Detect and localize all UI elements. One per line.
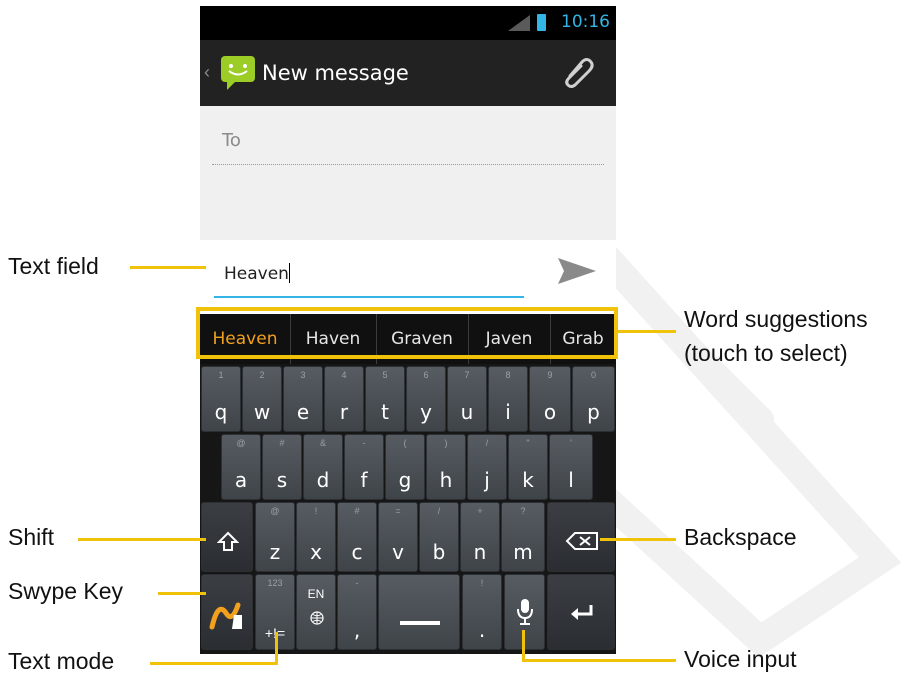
key-z[interactable]: @ z xyxy=(255,502,295,572)
key-a[interactable]: @ a xyxy=(221,434,261,500)
swype-key[interactable] xyxy=(201,574,253,650)
signal-icon xyxy=(508,15,530,31)
status-time: 10:16 xyxy=(561,12,610,32)
suggestions-highlight xyxy=(196,307,618,359)
space-key[interactable] xyxy=(378,574,460,650)
key-g[interactable]: (g xyxy=(385,434,425,500)
annotation-line-voice-vertical xyxy=(522,630,525,662)
recipient-placeholder: To xyxy=(222,130,241,151)
send-icon[interactable] xyxy=(554,254,598,288)
page-title: New message xyxy=(262,61,409,85)
period-key[interactable]: !. xyxy=(462,574,502,650)
key-j[interactable]: / j xyxy=(467,434,507,500)
action-bar: ‹ New message xyxy=(200,40,616,106)
annotation-line-suggestions xyxy=(618,330,676,333)
annotation-backspace: Backspace xyxy=(684,524,797,550)
space-bar-icon xyxy=(400,621,440,625)
key-w[interactable]: 2w xyxy=(242,366,282,432)
annotation-text-field: Text field xyxy=(8,253,99,279)
comma-key[interactable]: -, xyxy=(337,574,377,650)
backspace-icon xyxy=(565,532,598,550)
key-h[interactable]: ) h xyxy=(426,434,466,500)
key-q[interactable]: 1q xyxy=(201,366,241,432)
paperclip-icon[interactable] xyxy=(560,54,596,90)
shift-icon xyxy=(217,531,239,551)
message-text: Heaven xyxy=(224,264,289,284)
annotation-line-backspace xyxy=(600,538,676,541)
message-row: Heaven xyxy=(200,240,616,302)
messaging-app-icon[interactable] xyxy=(219,54,257,92)
backspace-key[interactable] xyxy=(547,502,615,572)
text-cursor xyxy=(288,263,290,283)
annotation-swype-key: Swype Key xyxy=(8,578,124,604)
status-bar: 10:16 xyxy=(200,6,616,40)
key-s[interactable]: # s xyxy=(262,434,302,500)
key-t[interactable]: 5t xyxy=(365,366,405,432)
key-l[interactable]: ' l xyxy=(549,434,593,500)
key-e[interactable]: 3e xyxy=(283,366,323,432)
key-m[interactable]: ? m xyxy=(501,502,545,572)
annotation-voice-input: Voice input xyxy=(684,646,797,672)
battery-icon xyxy=(537,14,546,31)
swype-keyboard: 1q 2w 3e 4r 5t 6y 7u 8i 9o 0p @ a # s & d -… xyxy=(200,364,616,654)
key-b[interactable]: / b xyxy=(419,502,459,572)
compose-area: To xyxy=(200,106,616,240)
enter-key[interactable] xyxy=(547,574,615,650)
key-i[interactable]: 8i xyxy=(488,366,528,432)
swype-icon xyxy=(209,602,242,630)
recipient-field[interactable]: To xyxy=(212,124,604,165)
key-x[interactable]: ! x xyxy=(296,502,336,572)
key-d[interactable]: & d xyxy=(303,434,343,500)
key-v[interactable]: = v xyxy=(378,502,418,572)
key-p[interactable]: 0p xyxy=(572,366,615,432)
annotation-line-swype xyxy=(158,592,206,595)
key-u[interactable]: 7u xyxy=(447,366,487,432)
globe-icon xyxy=(310,611,324,625)
back-chevron-icon[interactable]: ‹ xyxy=(204,62,210,83)
message-text-field[interactable]: Heaven xyxy=(214,254,524,298)
microphone-icon xyxy=(517,599,533,625)
annotation-line-text-mode-vertical xyxy=(275,632,278,665)
key-c[interactable]: # c xyxy=(337,502,377,572)
annotation-shift: Shift xyxy=(8,524,55,550)
annotation-touch-to-select: (touch to select) xyxy=(684,340,848,366)
key-f[interactable]: -f xyxy=(344,434,384,500)
annotation-line-voice xyxy=(522,659,676,662)
key-r[interactable]: 4r xyxy=(324,366,364,432)
key-y[interactable]: 6y xyxy=(406,366,446,432)
key-n[interactable]: + n xyxy=(460,502,500,572)
annotation-line-text-mode xyxy=(150,662,278,665)
annotation-line-shift xyxy=(78,538,206,541)
key-o[interactable]: 9o xyxy=(529,366,571,432)
annotation-text-mode: Text mode xyxy=(8,648,115,674)
enter-icon xyxy=(571,605,593,620)
annotation-line-text-field xyxy=(130,266,206,269)
key-k[interactable]: " k xyxy=(508,434,548,500)
shift-key[interactable] xyxy=(201,502,253,572)
language-key[interactable]: EN xyxy=(296,574,336,650)
annotation-word-suggestions: Word suggestions xyxy=(684,306,868,332)
